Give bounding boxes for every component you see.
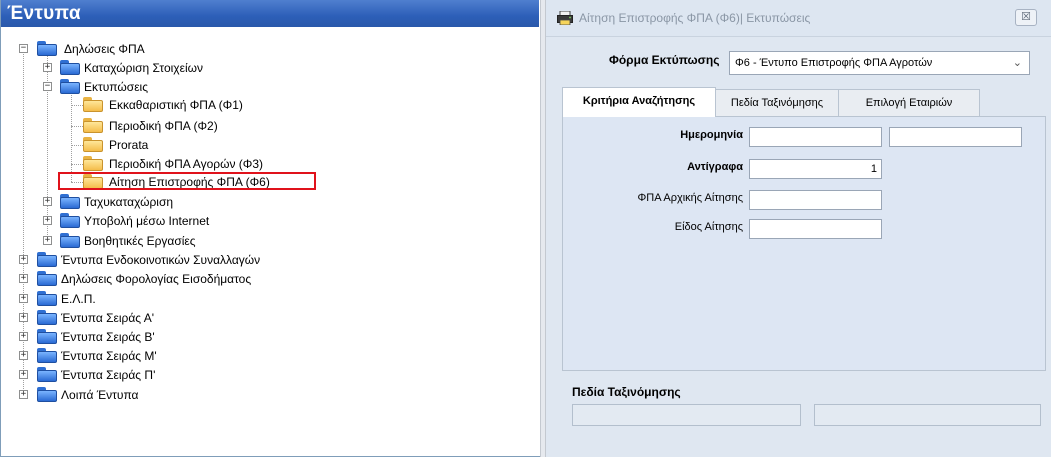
tree-item[interactable]: + Βοηθητικές Εργασίες [1, 232, 531, 250]
folder-icon [37, 271, 57, 286]
print-form-select[interactable]: Φ6 - Έντυπο Επιστροφής ΦΠΑ Αγροτών ⌄ [729, 51, 1030, 75]
expand-icon[interactable]: + [43, 216, 52, 225]
expand-icon[interactable]: + [43, 63, 52, 72]
tree-item[interactable]: + Ε.Λ.Π. [1, 290, 531, 308]
print-dialog: Αίτηση Επιστροφής ΦΠΑ (Φ6)| Εκτυπώσεις ☒… [546, 0, 1051, 457]
folder-icon [37, 387, 57, 402]
tree-item-label: Έντυπα Σειράς Μ' [61, 349, 157, 363]
folder-icon [60, 233, 80, 248]
tree-item-label: Περιοδική ΦΠΑ Αγορών (Φ3) [109, 157, 264, 171]
tree-item[interactable]: + Ταχυκαταχώριση [1, 193, 531, 211]
tree-item[interactable]: + Έντυπα Σειράς Α' [1, 309, 531, 327]
expand-icon[interactable]: + [19, 294, 28, 303]
printer-icon [557, 11, 573, 25]
tree-item-label: Prorata [109, 138, 149, 152]
expand-icon[interactable]: + [19, 390, 28, 399]
original-vat-request-field[interactable] [749, 190, 882, 210]
tree-item-label: Έντυπα Σειράς Α' [61, 311, 155, 325]
tree-item-label: Περιοδική ΦΠΑ (Φ2) [109, 119, 218, 133]
tab-search-criteria[interactable]: Κριτήρια Αναζήτησης [562, 87, 716, 117]
tree-item[interactable]: + Καταχώριση Στοιχείων [1, 59, 531, 77]
collapse-icon[interactable]: − [19, 44, 28, 53]
chevron-down-icon: ⌄ [1012, 57, 1022, 69]
tree-item[interactable]: Εκκαθαριστική ΦΠΑ (Φ1) [1, 96, 531, 114]
tab-sort-fields[interactable]: Πεδία Ταξινόμησης [715, 89, 839, 117]
tab-company-selection[interactable]: Επιλογή Εταιριών [838, 89, 980, 117]
tree-item[interactable]: + Δηλώσεις Φορολογίας Εισοδήματος [1, 270, 531, 288]
expand-icon[interactable]: + [19, 370, 28, 379]
tree-item-label: Λοιπά Έντυπα [61, 388, 139, 402]
print-form-value: Φ6 - Έντυπο Επιστροφής ΦΠΑ Αγροτών [735, 57, 933, 69]
folder-icon [37, 291, 57, 306]
tree-item-label: Ταχυκαταχώριση [84, 195, 174, 209]
folder-icon [37, 310, 57, 325]
expand-icon[interactable]: + [19, 332, 28, 341]
date-label: Ημερομηνία [680, 129, 743, 141]
tree-panel: Έντυπα − Δηλώσεις ΦΠΑ + Καταχώριση Στοιχείω… [0, 0, 540, 457]
folder-icon [83, 156, 103, 171]
tree-item[interactable]: − Δηλώσεις ΦΠΑ [1, 40, 531, 58]
tree-item-label: Καταχώριση Στοιχείων [84, 61, 203, 75]
tree-item-label: Εκκαθαριστική ΦΠΑ (Φ1) [109, 98, 243, 112]
folder-icon [60, 194, 80, 209]
tree-item[interactable]: + Έντυπα Σειράς Μ' [1, 347, 531, 365]
request-type-field[interactable] [749, 219, 882, 239]
sort-fields-section-label: Πεδία Ταξινόμησης [572, 385, 681, 399]
tree-item[interactable]: + Έντυπα Σειράς Β' [1, 328, 531, 346]
date-from-field[interactable] [749, 127, 882, 147]
tree-item-label: Έντυπα Σειράς Π' [61, 368, 156, 382]
date-to-field[interactable] [889, 127, 1022, 147]
folder-icon [60, 213, 80, 228]
expand-icon[interactable]: + [19, 351, 28, 360]
panel-title: Έντυπα [1, 0, 539, 27]
sort-field-2[interactable] [814, 404, 1041, 426]
tree-item[interactable]: Prorata [1, 136, 531, 154]
folder-icon [83, 137, 103, 152]
folder-icon [83, 97, 103, 112]
tree-item[interactable]: − Εκτυπώσεις [1, 78, 531, 96]
dialog-titlebar[interactable]: Αίτηση Επιστροφής ΦΠΑ (Φ6)| Εκτυπώσεις ☒ [546, 0, 1051, 37]
dialog-title: Αίτηση Επιστροφής ΦΠΑ (Φ6)| Εκτυπώσεις [579, 11, 811, 25]
request-type-label: Είδος Αίτησης [674, 221, 743, 233]
tree-item[interactable]: + Έντυπα Σειράς Π' [1, 366, 531, 384]
folder-icon [37, 329, 57, 344]
close-button[interactable]: ☒ [1015, 9, 1037, 26]
tree-item[interactable]: + Υποβολή μέσω Internet [1, 212, 531, 230]
tree-item[interactable]: + Λοιπά Έντυπα [1, 386, 531, 404]
tree-item-label: Υποβολή μέσω Internet [84, 214, 210, 228]
expand-icon[interactable]: + [19, 313, 28, 322]
folder-icon [37, 348, 57, 363]
expand-icon[interactable]: + [43, 197, 52, 206]
folder-icon [37, 252, 57, 267]
expand-icon[interactable]: + [19, 274, 28, 283]
sort-field-1[interactable] [572, 404, 801, 426]
tree-item-label: Δηλώσεις ΦΠΑ [64, 42, 145, 56]
collapse-icon[interactable]: − [43, 82, 52, 91]
tree-item-label: Ε.Λ.Π. [61, 292, 96, 306]
tree-item-label: Έντυπα Σειράς Β' [61, 330, 155, 344]
tree-item-label: Δηλώσεις Φορολογίας Εισοδήματος [61, 272, 252, 286]
tree-item[interactable]: Περιοδική ΦΠΑ (Φ2) [1, 117, 531, 135]
tree-item-label: Έντυπα Ενδοκοινοτικών Συναλλαγών [61, 253, 261, 267]
copies-label: Αντίγραφα [687, 161, 743, 173]
folder-icon [83, 118, 103, 133]
original-vat-request-label: ΦΠΑ Αρχικής Αίτησης [637, 192, 743, 204]
tree-item-label: Βοηθητικές Εργασίες [84, 234, 196, 248]
folder-icon [37, 41, 57, 56]
tree-item[interactable]: Περιοδική ΦΠΑ Αγορών (Φ3) [1, 155, 531, 173]
copies-field[interactable]: 1 [749, 159, 882, 179]
tree-item-label: Εκτυπώσεις [84, 80, 148, 94]
folder-icon [60, 79, 80, 94]
expand-icon[interactable]: + [43, 236, 52, 245]
expand-icon[interactable]: + [19, 255, 28, 264]
tree-item[interactable]: + Έντυπα Ενδοκοινοτικών Συναλλαγών [1, 251, 531, 269]
highlight-annotation [58, 172, 316, 190]
close-icon: ☒ [1021, 11, 1031, 23]
folder-icon [60, 60, 80, 75]
criteria-panel: Ημερομηνία Αντίγραφα 1 ΦΠΑ Αρχικής Αίτησ… [562, 116, 1046, 371]
print-form-label: Φόρμα Εκτύπωσης [609, 53, 720, 67]
folder-icon [37, 367, 57, 382]
